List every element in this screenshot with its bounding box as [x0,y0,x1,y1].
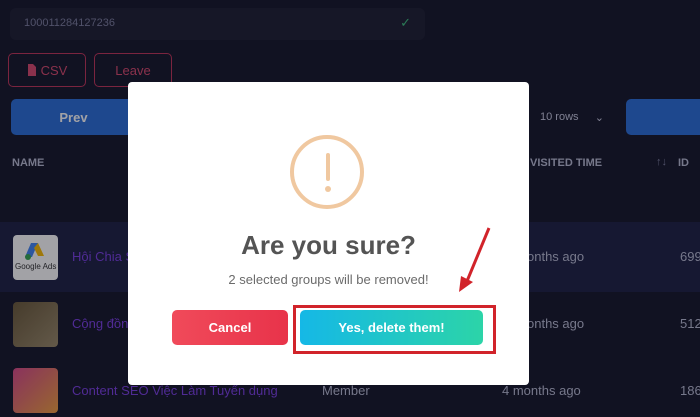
cancel-button[interactable]: Cancel [172,310,288,345]
cancel-label: Cancel [208,320,252,335]
confirm-delete-button[interactable]: Yes, delete them! [300,310,483,345]
warning-icon [290,135,364,209]
confirm-label: Yes, delete them! [338,320,445,335]
annotation-arrow-icon [459,227,491,292]
